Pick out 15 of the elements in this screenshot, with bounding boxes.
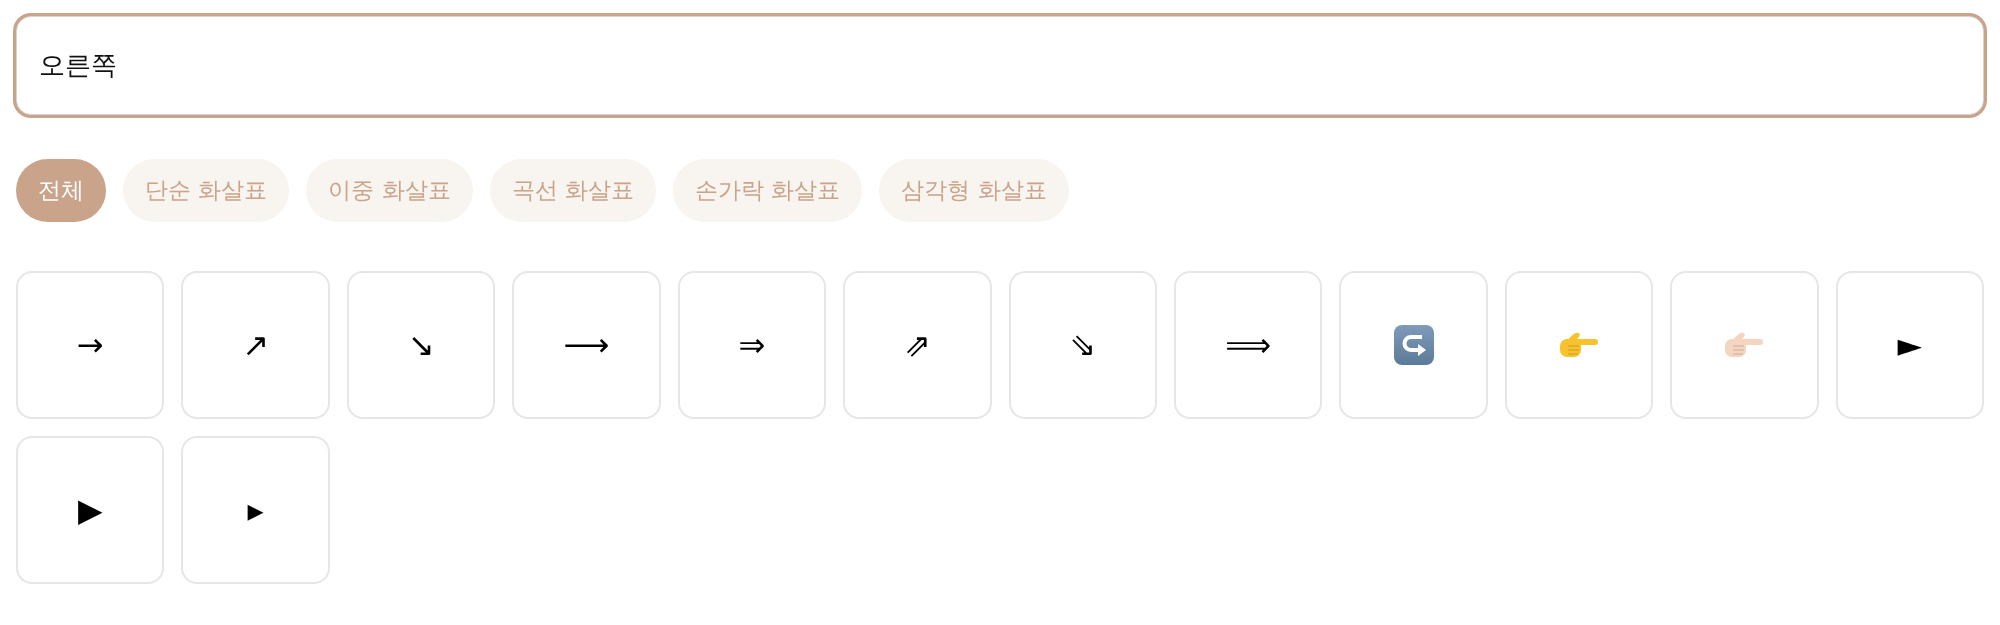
symbol-tile[interactable]: ⇘ xyxy=(1008,271,1157,419)
symbol-tile[interactable] xyxy=(1339,271,1488,419)
symbol-tile[interactable]: ▸ xyxy=(181,436,330,584)
symbol-tile[interactable]: ⟶ xyxy=(512,271,661,419)
symbol-tile[interactable]: → xyxy=(16,271,165,419)
symbol-tile[interactable]: ► xyxy=(1835,271,1984,419)
symbol-tile[interactable]: ⇗ xyxy=(843,271,992,419)
symbol-tile[interactable] xyxy=(1670,271,1819,419)
symbol-tile[interactable]: ⟹ xyxy=(1173,271,1323,419)
symbol-tile[interactable]: ⇒ xyxy=(677,271,827,419)
symbol-tile[interactable] xyxy=(1504,271,1654,419)
search-field[interactable]: 오른쪽 xyxy=(16,16,1984,115)
symbol-tile[interactable]: ↗ xyxy=(181,271,330,419)
symbol-tile[interactable]: ▶ xyxy=(16,436,165,584)
symbol-tile[interactable]: ↘ xyxy=(346,271,496,419)
